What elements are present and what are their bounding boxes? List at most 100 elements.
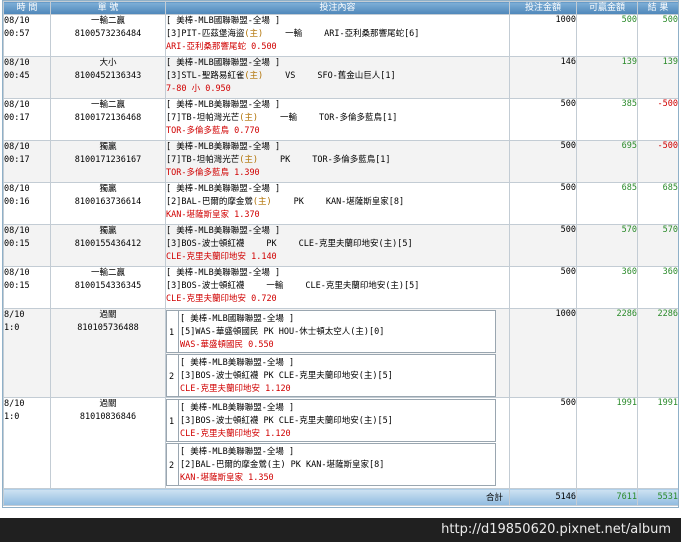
ticket-number: 8100154336345 — [74, 281, 142, 291]
bet-date: 08/10 — [4, 226, 30, 236]
bet-type: 過關 — [99, 399, 117, 409]
ticket-number: 8100171236167 — [74, 155, 142, 165]
stake-cell: 500 — [509, 98, 577, 141]
win-amount-cell: 385 — [576, 98, 638, 141]
parlay-leg: 1 [ 美棒-MLB美聯聯盟-全場 ] [3]BOS-波士頓紅襪 PK CLE-克里… — [166, 399, 496, 442]
bet-content-cell: [ 美棒-MLB美聯聯盟-全場 ] [3]BOS-波士頓紅襪 一輸 CLE-克里夫蘭印… — [165, 266, 510, 309]
parlay-leg: 2 [ 美棒-MLB美聯聯盟-全場 ] [2]BAL-巴爾的摩金鶯(主) PK KA… — [166, 443, 496, 486]
bet-time: 00:15 — [4, 281, 30, 291]
match-versus: 一輸 — [266, 281, 284, 291]
leg-number: 1 — [169, 328, 175, 338]
bet-pick: CLE-克里夫蘭印地安 1.120 — [180, 429, 291, 439]
result-cell: 139 — [637, 56, 678, 99]
parlay-format: 1:0 — [4, 323, 20, 333]
parlay-leg: 1 [ 美棒-MLB國聯聯盟-全場 ] [5]WAS-華盛頓國民 PK HOU-休士… — [166, 310, 496, 353]
result-cell: 685 — [637, 182, 678, 225]
table-header-row: 時 間 單 號 投注內容 投注金額 可贏金額 結 果 — [3, 1, 678, 15]
bet-date: 08/10 — [4, 184, 30, 194]
column-header-result: 結 果 — [637, 1, 678, 15]
bet-date: 8/10 — [4, 399, 25, 409]
leg-number: 1 — [169, 417, 175, 427]
league-name: [ 美棒-MLB國聯聯盟-全場 ] — [166, 58, 281, 68]
bet-time-cell: 08/10 00:15 — [3, 224, 51, 267]
result-cell: 1991 — [637, 397, 678, 489]
result-cell: -500 — [637, 140, 678, 183]
bet-pick: KAN-堪薩斯皇家 1.350 — [180, 473, 274, 483]
result-cell: 570 — [637, 224, 678, 267]
match-teams: [3]BOS-波士頓紅襪 PK CLE-克里夫蘭印地安(主)[5] — [180, 371, 393, 381]
league-name: [ 美棒-MLB美聯聯盟-全場 ] — [166, 268, 281, 278]
league-name: [ 美棒-MLB美聯聯盟-全場 ] — [166, 100, 281, 110]
ticket-cell: 獨贏 8100155436412 — [50, 224, 166, 267]
bet-content-cell: [ 美棒-MLB國聯聯盟-全場 ] [3]PIT-匹茲堡海盜(主) 一輸 ARI-亞利… — [165, 14, 510, 57]
win-amount-cell: 2286 — [576, 308, 638, 398]
ticket-number: 810105736488 — [77, 323, 139, 333]
match-team-a: [3]BOS-波士頓紅襪 — [166, 239, 245, 249]
bet-type: 一輸二贏 — [90, 100, 125, 110]
home-marker: (主) — [239, 113, 258, 123]
bet-time: 00:45 — [4, 71, 30, 81]
match-team-b: TOR-多倫多藍鳥[1] — [312, 155, 391, 165]
bet-date: 08/10 — [4, 58, 30, 68]
match-teams: [3]BOS-波士頓紅襪 PK CLE-克里夫蘭印地安(主)[5] — [180, 416, 393, 426]
column-header-time: 時 間 — [3, 1, 51, 15]
ticket-cell: 一輸二贏 8100172136468 — [50, 98, 166, 141]
bet-date: 08/10 — [4, 268, 30, 278]
bet-time: 00:17 — [4, 113, 30, 123]
win-amount-cell: 570 — [576, 224, 638, 267]
match-team-a: [7]TB-坦帕灣光芒 — [166, 113, 240, 123]
match-teams: [5]WAS-華盛頓國民 PK HOU-休士頓太空人(主)[0] — [180, 327, 385, 337]
home-marker: (主) — [244, 29, 264, 39]
match-team-a: [2]BAL-巴爾的摩金鶯 — [166, 197, 253, 207]
ticket-number: 8100155436412 — [74, 239, 142, 249]
bet-date: 08/10 — [4, 16, 30, 26]
parlay-format: 1:0 — [4, 412, 20, 422]
table-row: 08/10 00:17 一輸二贏 8100172136468 [ 美棒-MLB美聯聯盟-… — [3, 98, 678, 141]
bet-time: 00:15 — [4, 239, 30, 249]
stake-cell: 500 — [509, 140, 577, 183]
bet-pick: TOR-多倫多藍鳥 0.770 — [166, 126, 260, 136]
bet-time-cell: 08/10 00:45 — [3, 56, 51, 99]
bet-time-cell: 08/10 00:57 — [3, 14, 51, 57]
bet-time: 00:57 — [4, 29, 30, 39]
parlay-leg: 2 [ 美棒-MLB美聯聯盟-全場 ] [3]BOS-波士頓紅襪 PK CLE-克里… — [166, 354, 496, 397]
match-team-a: [7]TB-坦帕灣光芒 — [166, 155, 240, 165]
ticket-cell: 一輸二贏 8100573236484 — [50, 14, 166, 57]
win-amount-cell: 360 — [576, 266, 638, 309]
ticket-number: 8100452136343 — [74, 71, 142, 81]
league-name: [ 美棒-MLB美聯聯盟-全場 ] — [180, 447, 295, 457]
match-versus: PK — [279, 155, 291, 165]
league-name: [ 美棒-MLB美聯聯盟-全場 ] — [180, 358, 295, 368]
ticket-cell: 一輸二贏 8100154336345 — [50, 266, 166, 309]
bet-type: 獨贏 — [99, 226, 117, 236]
bet-content-cell: [ 美棒-MLB美聯聯盟-全場 ] [2]BAL-巴爾的摩金鶯(主) PK KAN-堪… — [165, 182, 510, 225]
stake-cell: 1000 — [509, 308, 577, 398]
bet-pick: CLE-克里夫蘭印地安 1.140 — [166, 252, 277, 262]
match-team-b: TOR-多倫多藍鳥[1] — [318, 113, 398, 123]
match-team-a: [3]PIT-匹茲堡海盜 — [166, 29, 245, 39]
ticket-number: 81010836846 — [79, 412, 137, 422]
column-header-ticket: 單 號 — [50, 1, 166, 15]
table-row: 8/10 1:0 過關 810105736488 1 [ 美棒-MLB國聯聯盟-全場 ] [… — [3, 308, 678, 398]
result-cell: 360 — [637, 266, 678, 309]
bet-content-cell: [ 美棒-MLB美聯聯盟-全場 ] [7]TB-坦帕灣光芒(主) PK TOR-多倫多… — [165, 140, 510, 183]
totals-row: 合計 5146 7611 5531 — [3, 488, 678, 506]
bet-history-panel: 時 間 單 號 投注內容 投注金額 可贏金額 結 果 08/10 00:57 一輸二… — [2, 0, 679, 508]
match-versus: PK — [266, 239, 277, 249]
match-team-a: [3]BOS-波士頓紅襪 — [166, 281, 245, 291]
league-name: [ 美棒-MLB美聯聯盟-全場 ] — [166, 142, 281, 152]
table-row: 08/10 00:57 一輸二贏 8100573236484 [ 美棒-MLB國聯聯盟-… — [3, 14, 678, 57]
bet-date: 08/10 — [4, 142, 30, 152]
bet-pick: WAS-華盛頓國民 0.550 — [180, 340, 274, 350]
stake-cell: 1000 — [509, 14, 577, 57]
stake-cell: 146 — [509, 56, 577, 99]
bet-type: 大小 — [99, 58, 117, 68]
bet-pick: TOR-多倫多藍鳥 1.390 — [166, 168, 260, 178]
match-team-a: [3]STL-聖路易紅雀 — [166, 71, 245, 81]
match-versus: VS — [285, 71, 296, 81]
bet-history-table: 時 間 單 號 投注內容 投注金額 可贏金額 結 果 08/10 00:57 一輸二… — [3, 1, 678, 506]
column-header-content: 投注內容 — [165, 1, 510, 15]
league-name: [ 美棒-MLB國聯聯盟-全場 ] — [180, 314, 295, 324]
column-header-stake: 投注金額 — [509, 1, 577, 15]
stake-cell: 500 — [509, 224, 577, 267]
